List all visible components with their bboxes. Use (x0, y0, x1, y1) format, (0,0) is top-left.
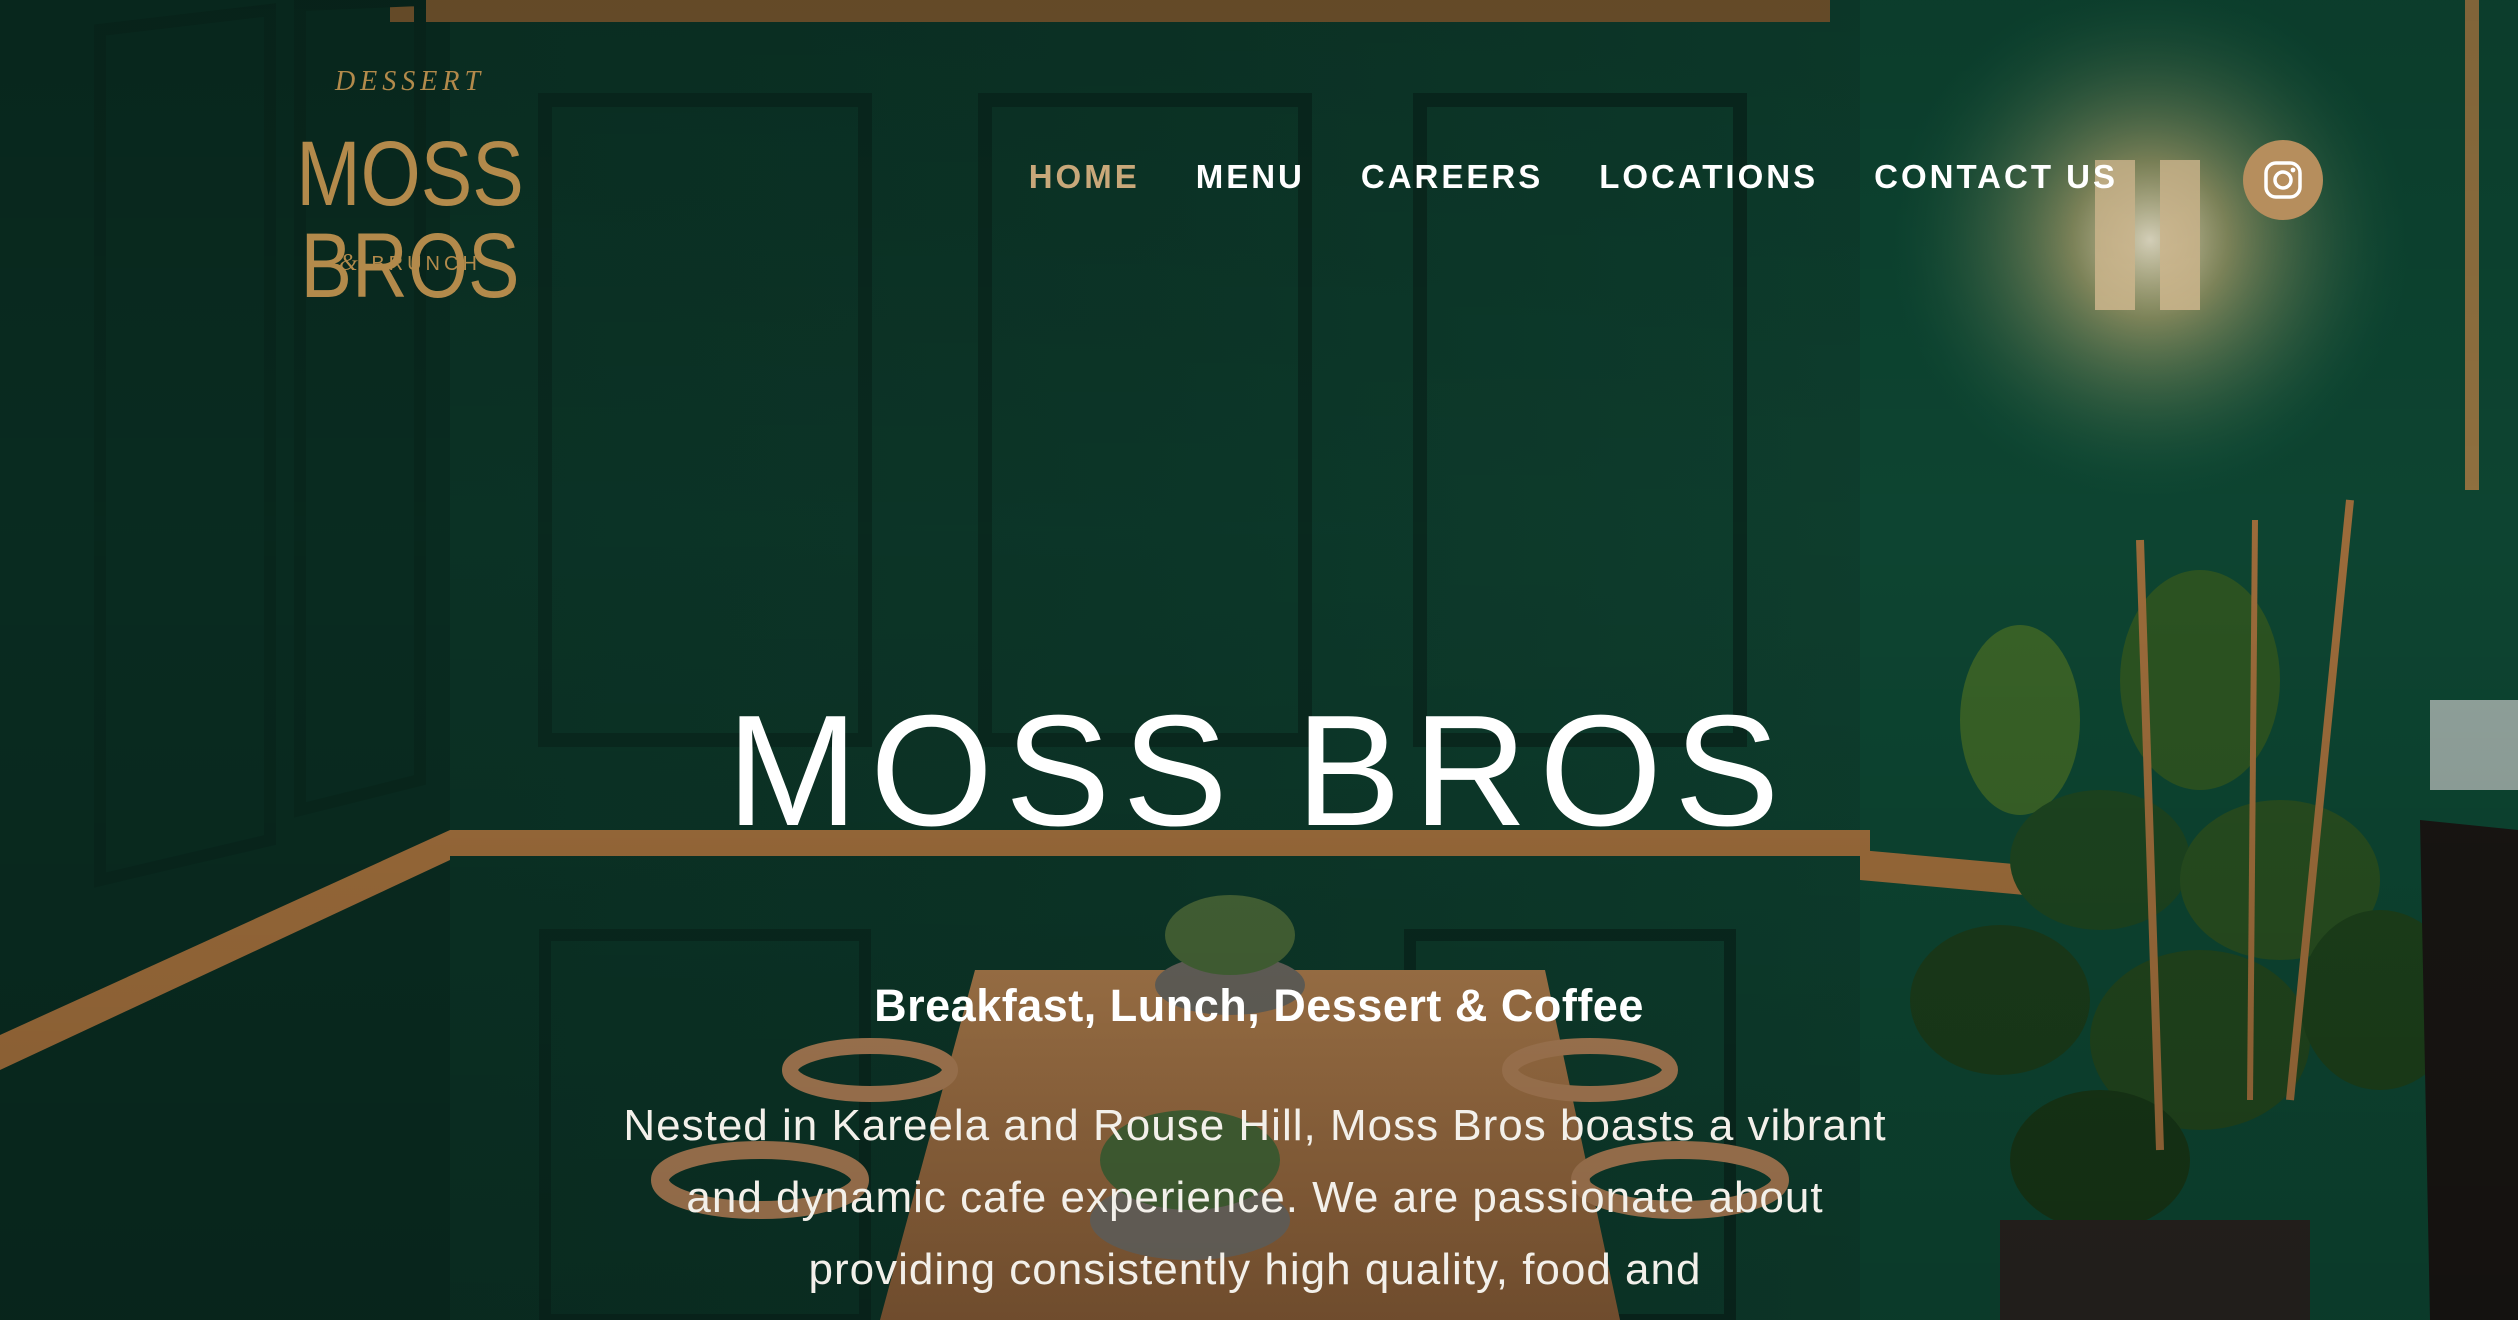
instagram-button[interactable] (2243, 140, 2323, 220)
logo-main-text: MOSS BROS (296, 123, 524, 317)
nav-locations-link[interactable]: LOCATIONS (1599, 158, 1818, 196)
nav-menu-link[interactable]: MENU (1196, 158, 1305, 196)
instagram-icon (2264, 161, 2302, 199)
nav-home-link[interactable]: HOME (1029, 158, 1140, 196)
hero-title: MOSS BROS (726, 683, 1792, 859)
hero-description: Nested in Kareela and Rouse Hill, Moss B… (623, 1101, 1887, 1294)
nav-careers-link[interactable]: CAREERS (1361, 158, 1543, 196)
nav-contact-us-link[interactable]: CONTACT US (1874, 158, 2118, 196)
logo-top-text: DESSERT (334, 66, 486, 97)
logo-brunch-text: BRUNCH (371, 253, 481, 275)
site-logo[interactable]: DESSERT MOSS BROS & BRUNCH (220, 66, 600, 312)
logo-bottom-text: & BRUNCH (220, 250, 600, 277)
main-navigation: HOME MENU CAREERS LOCATIONS CONTACT US (1029, 158, 2118, 196)
hero-subtitle: Breakfast, Lunch, Dessert & Coffee (874, 980, 1644, 1031)
logo-ampersand: & (339, 250, 362, 276)
